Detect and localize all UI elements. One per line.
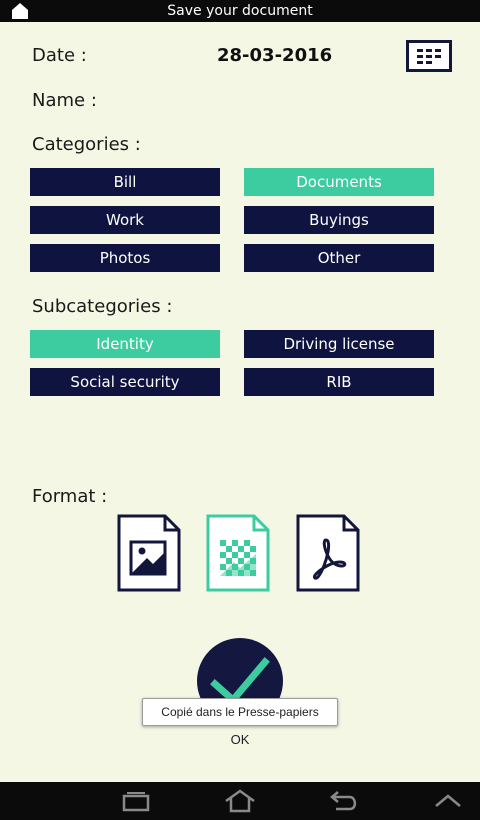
image-file-icon[interactable] bbox=[117, 514, 181, 592]
calendar-button[interactable] bbox=[406, 40, 452, 72]
format-label: Format : bbox=[32, 486, 108, 507]
subcategory-rib[interactable]: RIB bbox=[244, 368, 434, 396]
home-nav-icon[interactable] bbox=[220, 788, 260, 814]
system-navigation-bar bbox=[0, 782, 480, 820]
back-icon[interactable] bbox=[324, 788, 364, 814]
category-bill[interactable]: Bill bbox=[30, 168, 220, 196]
category-other[interactable]: Other bbox=[244, 244, 434, 272]
category-photos[interactable]: Photos bbox=[30, 244, 220, 272]
app-title: Save your document bbox=[167, 3, 313, 19]
ok-button[interactable]: OK bbox=[220, 732, 260, 747]
mosaic-file-icon[interactable] bbox=[206, 514, 270, 592]
subcategory-driving-license[interactable]: Driving license bbox=[244, 330, 434, 358]
pdf-file-icon[interactable] bbox=[296, 514, 360, 592]
clipboard-toast: Copié dans le Presse-papiers bbox=[142, 698, 338, 726]
toast-message: Copié dans le Presse-papiers bbox=[161, 705, 319, 719]
name-label: Name : bbox=[32, 90, 97, 111]
home-icon[interactable] bbox=[10, 2, 30, 20]
calendar-icon bbox=[417, 49, 441, 64]
subcategory-identity[interactable]: Identity bbox=[30, 330, 220, 358]
recent-apps-icon[interactable] bbox=[116, 788, 156, 814]
category-work[interactable]: Work bbox=[30, 206, 220, 234]
categories-label: Categories : bbox=[32, 134, 141, 155]
date-label: Date : bbox=[32, 45, 87, 66]
title-bar: Save your document bbox=[0, 0, 480, 22]
category-documents[interactable]: Documents bbox=[244, 168, 434, 196]
subcategory-social-security[interactable]: Social security bbox=[30, 368, 220, 396]
subcategories-label: Subcategories : bbox=[32, 296, 173, 317]
chevron-up-icon[interactable] bbox=[428, 788, 468, 814]
category-buyings[interactable]: Buyings bbox=[244, 206, 434, 234]
date-value: 28-03-2016 bbox=[217, 45, 333, 66]
